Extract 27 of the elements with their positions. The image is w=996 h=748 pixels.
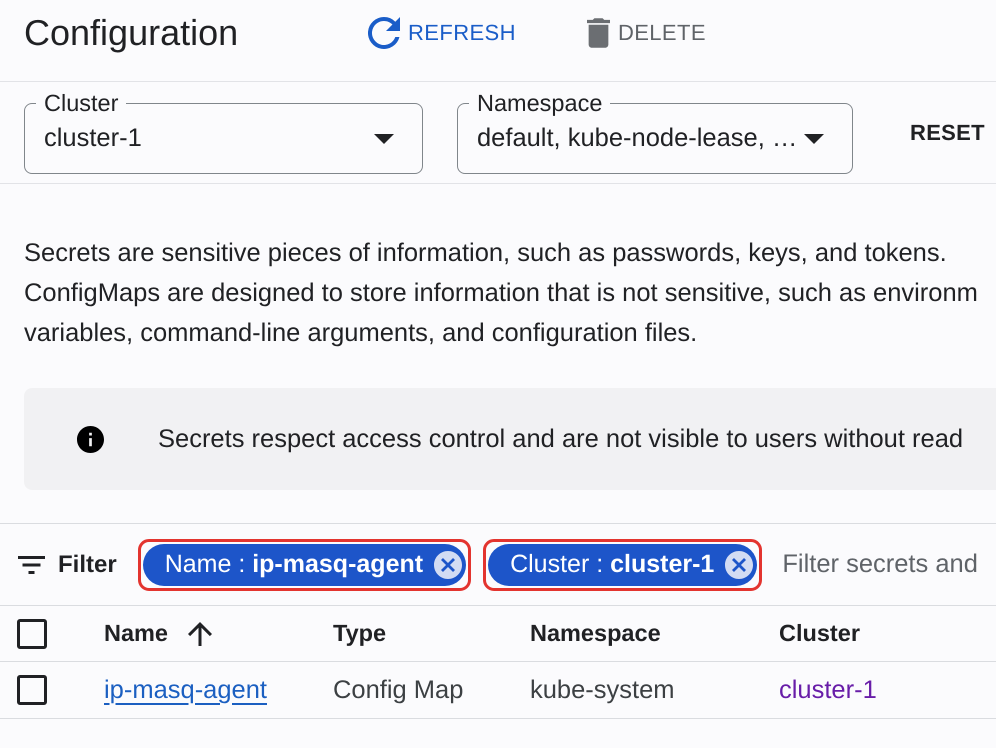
refresh-icon [368,16,400,48]
trash-icon [586,18,610,48]
checkbox[interactable] [17,618,47,648]
checkbox[interactable] [17,675,47,705]
column-header[interactable]: Namespace [530,620,661,647]
filter-icon [18,556,45,574]
filter-input[interactable]: Filter secrets and [782,550,996,579]
info-icon [77,426,104,452]
name-link[interactable]: ip-masq-agent [104,676,267,704]
close-icon [725,550,754,578]
column-header[interactable]: Name [104,620,212,647]
cluster-link[interactable]: cluster-1 [779,676,877,704]
page-title: Configuration [24,12,238,54]
close-icon [434,550,462,578]
table-cell: Config Map [333,676,464,704]
filter-chip[interactable]: Name : ip-masq-agent [142,544,466,586]
caret-icon [374,134,394,144]
table-cell: kube-system [530,676,675,704]
caret-icon [804,134,824,144]
description-text: Secrets are sensitive pieces of information, such as passwords, keys, and tokens. ConfigMaps are designed to store information that is not sensitive, such as environm variables, command-line arguments, and configuration files. [24,238,978,349]
filter-label: Filter [58,550,117,578]
column-header[interactable]: Cluster [779,620,860,647]
column-header[interactable]: Type [333,620,386,647]
refresh-button[interactable]: REFRESH [360,12,524,52]
info-text: Secrets respect access control and are not visible to users without read [158,424,964,454]
filter-chip[interactable]: Cluster : cluster-1 [488,544,758,586]
reset-button[interactable]: RESET [900,112,995,154]
